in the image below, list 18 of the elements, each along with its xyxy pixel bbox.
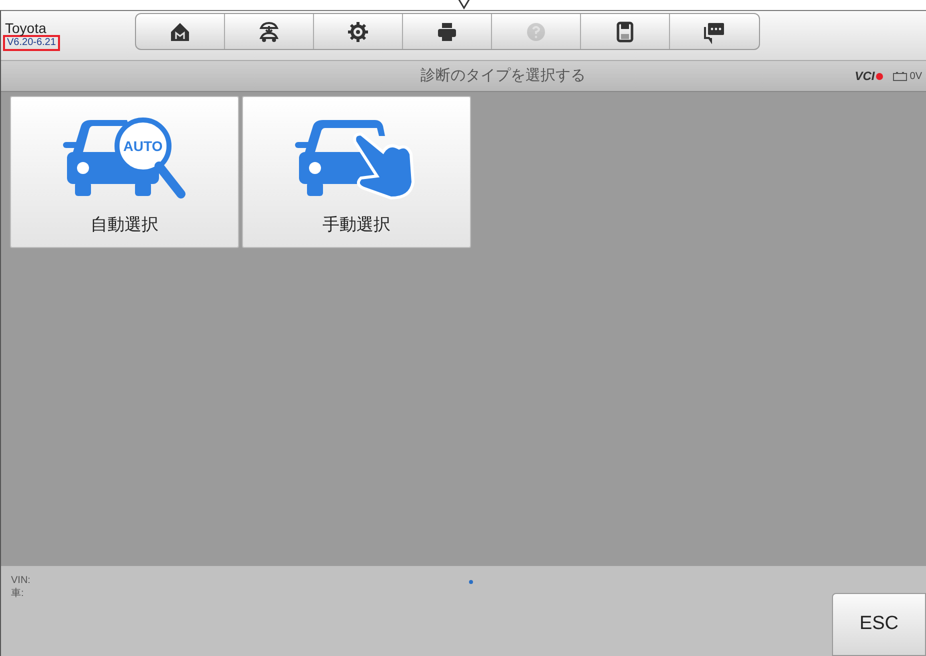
battery-icon [892, 72, 907, 80]
car-lift-icon [256, 20, 281, 44]
software-version: V6.20-6.21 [3, 34, 60, 50]
page-indicator-dot [469, 580, 473, 584]
diagnosis-type-tile[interactable]: AUTO 自動選択 [10, 96, 239, 248]
vci-label: VCI [854, 68, 875, 85]
diagnosis-type-tile[interactable]: 手動選択 [242, 96, 471, 248]
esc-button[interactable]: ESC [832, 593, 926, 656]
car-magnifier-icon [62, 117, 185, 198]
tile-label: 手動選択 [322, 214, 390, 236]
vin-label: VIN: [11, 574, 30, 587]
vehicle-make: Toyota [5, 20, 48, 34]
tile-label: 自動選択 [90, 214, 158, 236]
vehicle-label: 車: [11, 587, 25, 600]
screen-title: 診断のタイプを選択する [419, 66, 586, 86]
auto-text: AUTO [122, 138, 162, 154]
voltage-reading: 0V [910, 70, 922, 84]
settings-icon [346, 20, 370, 44]
